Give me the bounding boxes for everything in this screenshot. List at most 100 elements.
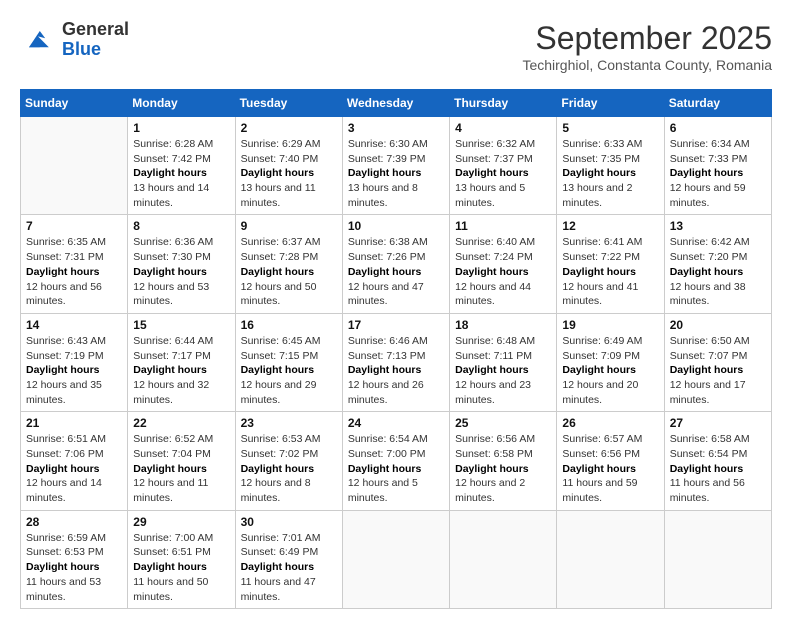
day-info: Sunrise: 6:37 AMSunset: 7:28 PMDaylight …	[241, 235, 337, 308]
empty-cell	[342, 510, 449, 608]
day-number: 28	[26, 515, 122, 529]
day-cell-23: 23Sunrise: 6:53 AMSunset: 7:02 PMDayligh…	[235, 412, 342, 510]
day-cell-8: 8 Sunrise: 6:36 AMSunset: 7:30 PMDaylight…	[128, 215, 235, 313]
day-cell-5: 5 Sunrise: 6:33 AMSunset: 7:35 PMDaylight…	[557, 117, 664, 215]
day-info: Sunrise: 6:42 AMSunset: 7:20 PMDaylight …	[670, 235, 766, 308]
day-cell-19: 19Sunrise: 6:49 AMSunset: 7:09 PMDayligh…	[557, 313, 664, 411]
empty-cell	[21, 117, 128, 215]
day-number: 13	[670, 219, 766, 233]
day-number: 5	[562, 121, 658, 135]
day-cell-2: 2 Sunrise: 6:29 AMSunset: 7:40 PMDaylight…	[235, 117, 342, 215]
day-cell-1: 1Sunrise: 6:28 AMSunset: 7:42 PMDaylight…	[128, 117, 235, 215]
calendar-table: SundayMondayTuesdayWednesdayThursdayFrid…	[20, 89, 772, 609]
day-number: 2	[241, 121, 337, 135]
day-info: Sunrise: 6:51 AMSunset: 7:06 PMDaylight …	[26, 432, 122, 505]
location-subtitle: Techirghiol, Constanta County, Romania	[522, 57, 772, 73]
day-number: 26	[562, 416, 658, 430]
day-info: Sunrise: 6:44 AMSunset: 7:17 PMDaylight …	[133, 334, 229, 407]
day-number: 29	[133, 515, 229, 529]
weekday-header-thursday: Thursday	[450, 90, 557, 117]
day-cell-7: 7Sunrise: 6:35 AMSunset: 7:31 PMDaylight…	[21, 215, 128, 313]
day-info: Sunrise: 6:50 AMSunset: 7:07 PMDaylight …	[670, 334, 766, 407]
day-number: 9	[241, 219, 337, 233]
day-cell-22: 22 Sunrise: 6:52 AMSunset: 7:04 PMDayligh…	[128, 412, 235, 510]
day-info: Sunrise: 6:45 AMSunset: 7:15 PMDaylight …	[241, 334, 337, 407]
day-cell-14: 14 Sunrise: 6:43 AMSunset: 7:19 PMDayligh…	[21, 313, 128, 411]
calendar-week-2: 7Sunrise: 6:35 AMSunset: 7:31 PMDaylight…	[21, 215, 772, 313]
day-cell-29: 29 Sunrise: 7:00 AMSunset: 6:51 PMDayligh…	[128, 510, 235, 608]
day-cell-4: 4 Sunrise: 6:32 AMSunset: 7:37 PMDaylight…	[450, 117, 557, 215]
day-number: 25	[455, 416, 551, 430]
day-info: Sunrise: 6:36 AMSunset: 7:30 PMDaylight …	[133, 235, 229, 308]
day-number: 19	[562, 318, 658, 332]
day-cell-3: 3 Sunrise: 6:30 AMSunset: 7:39 PMDaylight…	[342, 117, 449, 215]
day-cell-15: 15 Sunrise: 6:44 AMSunset: 7:17 PMDayligh…	[128, 313, 235, 411]
calendar-week-5: 28 Sunrise: 6:59 AMSunset: 6:53 PMDayligh…	[21, 510, 772, 608]
day-info: Sunrise: 6:58 AMSunset: 6:54 PMDaylight …	[670, 432, 766, 505]
day-cell-6: 6 Sunrise: 6:34 AMSunset: 7:33 PMDaylight…	[664, 117, 771, 215]
logo: General Blue	[20, 20, 129, 60]
day-info: Sunrise: 6:32 AMSunset: 7:37 PMDaylight …	[455, 137, 551, 210]
day-number: 12	[562, 219, 658, 233]
day-info: Sunrise: 6:57 AMSunset: 6:56 PMDaylight …	[562, 432, 658, 505]
day-info: Sunrise: 6:59 AMSunset: 6:53 PMDaylight …	[26, 531, 122, 604]
day-info: Sunrise: 6:48 AMSunset: 7:11 PMDaylight …	[455, 334, 551, 407]
day-info: Sunrise: 6:41 AMSunset: 7:22 PMDaylight …	[562, 235, 658, 308]
day-number: 15	[133, 318, 229, 332]
day-cell-30: 30 Sunrise: 7:01 AMSunset: 6:49 PMDayligh…	[235, 510, 342, 608]
empty-cell	[664, 510, 771, 608]
day-number: 22	[133, 416, 229, 430]
day-cell-16: 16Sunrise: 6:45 AMSunset: 7:15 PMDayligh…	[235, 313, 342, 411]
day-info: Sunrise: 6:54 AMSunset: 7:00 PMDaylight …	[348, 432, 444, 505]
weekday-header-saturday: Saturday	[664, 90, 771, 117]
day-number: 10	[348, 219, 444, 233]
day-info: Sunrise: 7:00 AMSunset: 6:51 PMDaylight …	[133, 531, 229, 604]
weekday-header-friday: Friday	[557, 90, 664, 117]
day-number: 21	[26, 416, 122, 430]
day-info: Sunrise: 6:34 AMSunset: 7:33 PMDaylight …	[670, 137, 766, 210]
day-cell-21: 21 Sunrise: 6:51 AMSunset: 7:06 PMDayligh…	[21, 412, 128, 510]
logo-icon	[20, 22, 56, 58]
day-cell-13: 13 Sunrise: 6:42 AMSunset: 7:20 PMDayligh…	[664, 215, 771, 313]
day-number: 6	[670, 121, 766, 135]
day-number: 14	[26, 318, 122, 332]
day-info: Sunrise: 7:01 AMSunset: 6:49 PMDaylight …	[241, 531, 337, 604]
logo-general: General	[62, 19, 129, 39]
day-number: 7	[26, 219, 122, 233]
day-number: 18	[455, 318, 551, 332]
day-cell-26: 26 Sunrise: 6:57 AMSunset: 6:56 PMDayligh…	[557, 412, 664, 510]
page-header: General Blue September 2025 Techirghiol,…	[20, 20, 772, 73]
day-number: 27	[670, 416, 766, 430]
day-info: Sunrise: 6:33 AMSunset: 7:35 PMDaylight …	[562, 137, 658, 210]
day-cell-28: 28 Sunrise: 6:59 AMSunset: 6:53 PMDayligh…	[21, 510, 128, 608]
day-number: 11	[455, 219, 551, 233]
day-info: Sunrise: 6:43 AMSunset: 7:19 PMDaylight …	[26, 334, 122, 407]
logo-text: General Blue	[62, 20, 129, 60]
day-cell-24: 24 Sunrise: 6:54 AMSunset: 7:00 PMDayligh…	[342, 412, 449, 510]
day-cell-11: 11 Sunrise: 6:40 AMSunset: 7:24 PMDayligh…	[450, 215, 557, 313]
day-info: Sunrise: 6:40 AMSunset: 7:24 PMDaylight …	[455, 235, 551, 308]
weekday-header-tuesday: Tuesday	[235, 90, 342, 117]
day-info: Sunrise: 6:30 AMSunset: 7:39 PMDaylight …	[348, 137, 444, 210]
weekday-header-wednesday: Wednesday	[342, 90, 449, 117]
day-cell-25: 25Sunrise: 6:56 AMSunset: 6:58 PMDayligh…	[450, 412, 557, 510]
day-cell-20: 20Sunrise: 6:50 AMSunset: 7:07 PMDayligh…	[664, 313, 771, 411]
title-block: September 2025 Techirghiol, Constanta Co…	[522, 20, 772, 73]
day-info: Sunrise: 6:29 AMSunset: 7:40 PMDaylight …	[241, 137, 337, 210]
day-number: 24	[348, 416, 444, 430]
empty-cell	[450, 510, 557, 608]
day-number: 4	[455, 121, 551, 135]
day-number: 30	[241, 515, 337, 529]
day-cell-27: 27 Sunrise: 6:58 AMSunset: 6:54 PMDayligh…	[664, 412, 771, 510]
day-cell-18: 18 Sunrise: 6:48 AMSunset: 7:11 PMDayligh…	[450, 313, 557, 411]
calendar-week-3: 14 Sunrise: 6:43 AMSunset: 7:19 PMDayligh…	[21, 313, 772, 411]
calendar-week-4: 21 Sunrise: 6:51 AMSunset: 7:06 PMDayligh…	[21, 412, 772, 510]
day-info: Sunrise: 6:46 AMSunset: 7:13 PMDaylight …	[348, 334, 444, 407]
weekday-header-sunday: Sunday	[21, 90, 128, 117]
empty-cell	[557, 510, 664, 608]
day-number: 3	[348, 121, 444, 135]
day-cell-12: 12 Sunrise: 6:41 AMSunset: 7:22 PMDayligh…	[557, 215, 664, 313]
day-info: Sunrise: 6:52 AMSunset: 7:04 PMDaylight …	[133, 432, 229, 505]
calendar-week-1: 1Sunrise: 6:28 AMSunset: 7:42 PMDaylight…	[21, 117, 772, 215]
day-number: 8	[133, 219, 229, 233]
